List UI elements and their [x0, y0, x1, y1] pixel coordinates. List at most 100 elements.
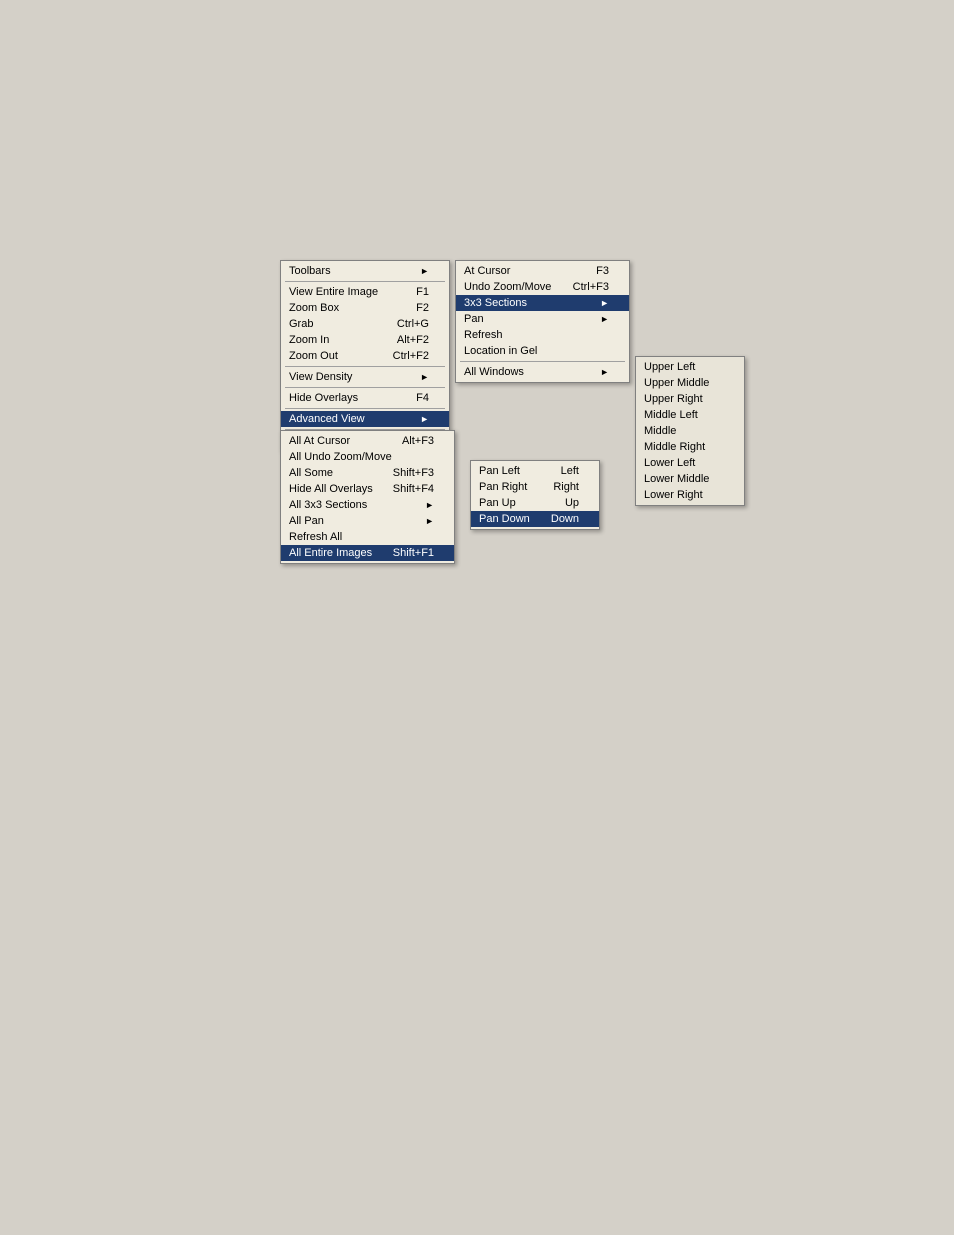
shortcut-right: Right — [553, 481, 579, 493]
menu-item-hide-overlays[interactable]: Hide Overlays F4 — [281, 390, 449, 406]
menu-item-location-in-gel-label: Location in Gel — [464, 345, 537, 357]
menu-item-pan-up-label: Pan Up — [479, 497, 516, 509]
menu-item-all-3x3-sections[interactable]: All 3x3 Sections ► — [281, 497, 454, 513]
menu-item-zoom-in-label: Zoom In — [289, 334, 329, 346]
menu-item-upper-right[interactable]: Upper Right — [636, 391, 744, 407]
menu-item-hide-all-overlays[interactable]: Hide All Overlays Shift+F4 — [281, 481, 454, 497]
arrow-icon-density: ► — [420, 372, 429, 382]
shortcut-down: Down — [551, 513, 579, 525]
pan-submenu[interactable]: Pan Left Left Pan Right Right Pan Up Up … — [470, 460, 600, 530]
menu-item-zoom-out[interactable]: Zoom Out Ctrl+F2 — [281, 348, 449, 364]
menu-item-view-entire-image-label: View Entire Image — [289, 286, 378, 298]
menu-item-undo-zoom-move[interactable]: Undo Zoom/Move Ctrl+F3 — [456, 279, 629, 295]
shortcut-alt-f2: Alt+F2 — [397, 334, 429, 346]
menu-item-all-windows-label: All Windows — [464, 366, 524, 378]
shortcut-ctrl-g: Ctrl+G — [397, 318, 429, 330]
menu-item-refresh-all-label: Refresh All — [289, 531, 342, 543]
menu-item-pan-down-label: Pan Down — [479, 513, 530, 525]
menu-item-view-entire-image[interactable]: View Entire Image F1 — [281, 284, 449, 300]
menu-item-3x3-sections[interactable]: 3x3 Sections ► — [456, 295, 629, 311]
menu-item-lower-left-label: Lower Left — [644, 457, 695, 469]
menu-item-all-pan[interactable]: All Pan ► — [281, 513, 454, 529]
shortcut-shift-f4: Shift+F4 — [393, 483, 434, 495]
menu-item-hide-all-overlays-label: Hide All Overlays — [289, 483, 373, 495]
shortcut-ctrl-f2: Ctrl+F2 — [393, 350, 429, 362]
3x3-sections-submenu[interactable]: Upper Left Upper Middle Upper Right Midd… — [635, 356, 745, 506]
menu-item-at-cursor-label: At Cursor — [464, 265, 510, 277]
menu-item-at-cursor[interactable]: At Cursor F3 — [456, 263, 629, 279]
menu-item-pan-down[interactable]: Pan Down Down — [471, 511, 599, 527]
menu-item-pan[interactable]: Pan ► — [456, 311, 629, 327]
separator-2 — [285, 366, 445, 367]
menu-item-zoom-box-label: Zoom Box — [289, 302, 339, 314]
menu-item-pan-label: Pan — [464, 313, 484, 325]
menu-item-grab[interactable]: Grab Ctrl+G — [281, 316, 449, 332]
shortcut-f4: F4 — [416, 392, 429, 404]
shortcut-f3: F3 — [596, 265, 609, 277]
arrow-icon-all-3x3: ► — [425, 500, 434, 510]
all-windows-submenu[interactable]: All At Cursor Alt+F3 All Undo Zoom/Move … — [280, 430, 455, 564]
menu-item-hide-overlays-label: Hide Overlays — [289, 392, 358, 404]
menu-item-all-windows[interactable]: All Windows ► — [456, 364, 629, 380]
menu-item-all-some[interactable]: All Some Shift+F3 — [281, 465, 454, 481]
shortcut-ctrl-f3: Ctrl+F3 — [573, 281, 609, 293]
separator-1 — [285, 281, 445, 282]
shortcut-shift-f3: Shift+F3 — [393, 467, 434, 479]
menu-item-all-pan-label: All Pan — [289, 515, 324, 527]
menu-item-middle-label: Middle — [644, 425, 676, 437]
arrow-icon: ► — [420, 266, 429, 276]
menu-item-toolbars[interactable]: Toolbars ► — [281, 263, 449, 279]
menu-item-middle-right[interactable]: Middle Right — [636, 439, 744, 455]
menu-item-all-undo-zoom-move-label: All Undo Zoom/Move — [289, 451, 392, 463]
menu-item-refresh[interactable]: Refresh — [456, 327, 629, 343]
separator-adv-1 — [460, 361, 625, 362]
menu-item-view-density[interactable]: View Density ► — [281, 369, 449, 385]
advanced-view-submenu[interactable]: At Cursor F3 Undo Zoom/Move Ctrl+F3 3x3 … — [455, 260, 630, 383]
menu-item-3x3-sections-label: 3x3 Sections — [464, 297, 527, 309]
arrow-icon-pan: ► — [600, 314, 609, 324]
menu-item-zoom-out-label: Zoom Out — [289, 350, 338, 362]
menu-item-zoom-box[interactable]: Zoom Box F2 — [281, 300, 449, 316]
menu-item-lower-middle[interactable]: Lower Middle — [636, 471, 744, 487]
menu-item-all-3x3-sections-label: All 3x3 Sections — [289, 499, 367, 511]
menu-item-middle-right-label: Middle Right — [644, 441, 705, 453]
menu-item-upper-middle-label: Upper Middle — [644, 377, 709, 389]
menu-item-middle-left[interactable]: Middle Left — [636, 407, 744, 423]
menu-item-lower-left[interactable]: Lower Left — [636, 455, 744, 471]
menu-item-middle[interactable]: Middle — [636, 423, 744, 439]
menu-item-upper-left-label: Upper Left — [644, 361, 695, 373]
menu-item-upper-middle[interactable]: Upper Middle — [636, 375, 744, 391]
shortcut-left: Left — [561, 465, 579, 477]
menu-item-advanced-view-label: Advanced View — [289, 413, 365, 425]
menu-item-undo-zoom-move-label: Undo Zoom/Move — [464, 281, 551, 293]
menu-item-all-at-cursor[interactable]: All At Cursor Alt+F3 — [281, 433, 454, 449]
menu-item-middle-left-label: Middle Left — [644, 409, 698, 421]
menu-item-upper-left[interactable]: Upper Left — [636, 359, 744, 375]
separator-3 — [285, 387, 445, 388]
menu-item-pan-right[interactable]: Pan Right Right — [471, 479, 599, 495]
menu-item-advanced-view[interactable]: Advanced View ► — [281, 411, 449, 427]
menu-item-pan-up[interactable]: Pan Up Up — [471, 495, 599, 511]
menu-item-pan-left-label: Pan Left — [479, 465, 520, 477]
main-menu[interactable]: Toolbars ► View Entire Image F1 Zoom Box… — [280, 260, 450, 451]
menu-item-pan-left[interactable]: Pan Left Left — [471, 463, 599, 479]
shortcut-shift-f1: Shift+F1 — [393, 547, 434, 559]
menu-item-all-some-label: All Some — [289, 467, 333, 479]
arrow-icon-all-pan: ► — [425, 516, 434, 526]
menu-item-all-at-cursor-label: All At Cursor — [289, 435, 350, 447]
menu-item-location-in-gel[interactable]: Location in Gel — [456, 343, 629, 359]
menu-item-lower-right[interactable]: Lower Right — [636, 487, 744, 503]
menu-item-lower-middle-label: Lower Middle — [644, 473, 709, 485]
menu-item-all-undo-zoom-move[interactable]: All Undo Zoom/Move — [281, 449, 454, 465]
menu-item-refresh-label: Refresh — [464, 329, 503, 341]
shortcut-f2: F2 — [416, 302, 429, 314]
separator-4 — [285, 408, 445, 409]
menu-item-all-entire-images[interactable]: All Entire Images Shift+F1 — [281, 545, 454, 561]
arrow-icon-all-windows: ► — [600, 367, 609, 377]
menu-item-refresh-all[interactable]: Refresh All — [281, 529, 454, 545]
shortcut-f1: F1 — [416, 286, 429, 298]
arrow-icon-3x3: ► — [600, 298, 609, 308]
menu-item-zoom-in[interactable]: Zoom In Alt+F2 — [281, 332, 449, 348]
menu-item-pan-right-label: Pan Right — [479, 481, 527, 493]
shortcut-up: Up — [565, 497, 579, 509]
